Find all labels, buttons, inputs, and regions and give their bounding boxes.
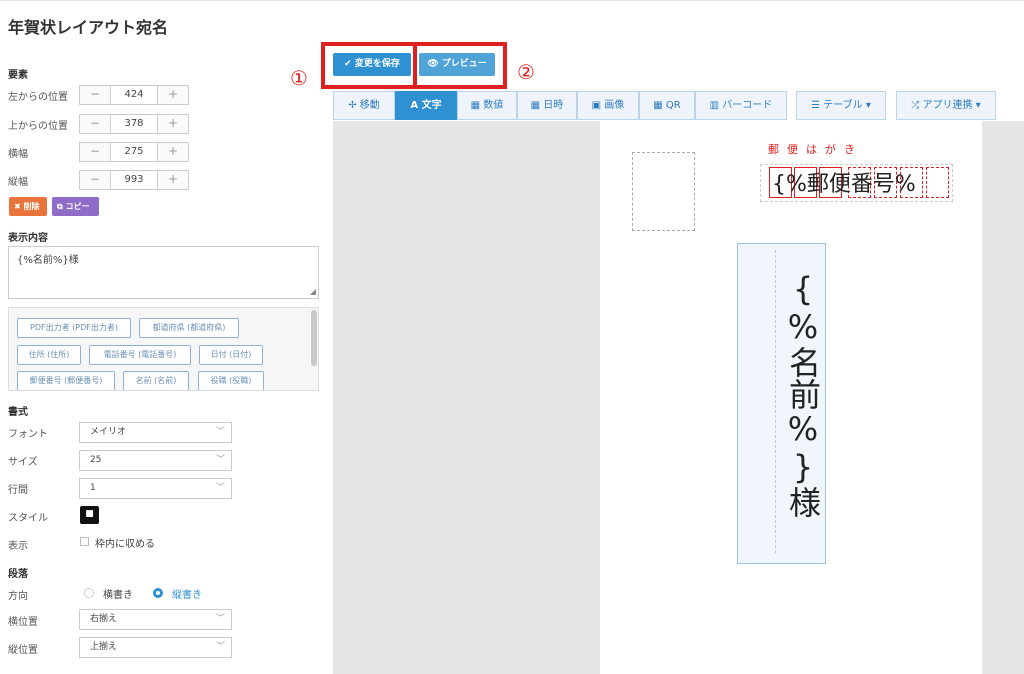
field-chip[interactable]: 役職 (役職) bbox=[198, 371, 264, 390]
field-chip[interactable]: 名前 (名前) bbox=[123, 371, 189, 390]
increment-button[interactable]: + bbox=[157, 143, 188, 161]
content-textarea[interactable]: {%名前%}様 ◢ bbox=[8, 246, 319, 299]
style-swatch: ■ bbox=[85, 509, 94, 519]
decrement-button[interactable]: − bbox=[80, 171, 111, 189]
size-label: サイズ bbox=[8, 457, 38, 468]
field-chip[interactable]: 日付 (日付) bbox=[199, 345, 263, 365]
height-label: 縦幅 bbox=[8, 177, 28, 188]
increment-button[interactable]: + bbox=[157, 115, 188, 133]
width-input[interactable]: 275 bbox=[111, 143, 157, 161]
horizontal-radio[interactable] bbox=[84, 588, 94, 598]
chip-list-scrollbar[interactable] bbox=[311, 310, 317, 366]
copy-button[interactable]: ⧉ コピー bbox=[52, 197, 99, 216]
highlight-frame bbox=[413, 42, 507, 89]
font-select[interactable]: メイリオ ﹀ bbox=[79, 422, 232, 443]
height-stepper: − 993 + bbox=[79, 170, 189, 190]
width-stepper: − 275 + bbox=[79, 142, 189, 162]
tool-table-dropdown[interactable]: ☰ テーブル ▾ bbox=[796, 91, 886, 120]
decrement-button[interactable]: − bbox=[80, 143, 111, 161]
postcard-label: 郵便はがき bbox=[768, 143, 863, 156]
width-label: 横幅 bbox=[8, 149, 28, 160]
page-title: 年賀状レイアウト宛名 bbox=[8, 18, 169, 37]
fit-label: 枠内に収める bbox=[95, 539, 155, 550]
line-spacing-label: 行間 bbox=[8, 485, 28, 496]
left-position-label: 左からの位置 bbox=[8, 92, 68, 103]
field-chip[interactable]: 郵便番号 (郵便番号) bbox=[17, 371, 115, 390]
marker-2: ② bbox=[517, 60, 535, 84]
marker-1: ① bbox=[290, 66, 308, 90]
style-label: スタイル bbox=[8, 513, 48, 524]
field-chip[interactable]: 電話番号 (電話番号) bbox=[89, 345, 191, 365]
field-chip[interactable]: 住所 (住所) bbox=[17, 345, 81, 365]
size-select[interactable]: 25 ﹀ bbox=[79, 450, 232, 471]
tool-qr[interactable]: ▦ QR bbox=[639, 91, 695, 120]
left-position-stepper: − 424 + bbox=[79, 85, 189, 105]
resize-grip-icon[interactable]: ◢ bbox=[310, 287, 316, 296]
h-align-label: 横位置 bbox=[8, 617, 38, 628]
tool-barcode[interactable]: ▥ バーコード bbox=[695, 91, 787, 120]
vertical-radio[interactable] bbox=[153, 588, 163, 598]
top-divider bbox=[0, 0, 1024, 1]
h-align-select[interactable]: 右揃え ﹀ bbox=[79, 609, 232, 630]
name-field-text: {%名前%}様 bbox=[784, 270, 822, 518]
vertical-label: 縦書き bbox=[172, 590, 202, 601]
left-position-input[interactable]: 424 bbox=[111, 86, 157, 104]
highlight-frame bbox=[321, 42, 417, 89]
tool-app-integration-dropdown[interactable]: ⤮ アプリ連携 ▾ bbox=[896, 91, 996, 120]
copy-label: コピー bbox=[65, 202, 90, 211]
top-position-input[interactable]: 378 bbox=[111, 115, 157, 133]
postal-code-field[interactable]: {%郵便番号% bbox=[772, 166, 916, 198]
postal-digit-box bbox=[926, 167, 949, 198]
tool-number[interactable]: ▦ 数値 bbox=[457, 91, 517, 120]
increment-button[interactable]: + bbox=[157, 86, 188, 104]
copy-icon: ⧉ bbox=[57, 202, 66, 211]
direction-label: 方向 bbox=[8, 591, 28, 602]
display-label: 表示 bbox=[8, 541, 28, 552]
content-text: {%名前%}様 bbox=[17, 255, 79, 266]
line-spacing-select[interactable]: 1 ﹀ bbox=[79, 478, 232, 499]
fit-checkbox[interactable] bbox=[80, 537, 89, 546]
v-align-label: 縦位置 bbox=[8, 645, 38, 656]
stamp-area bbox=[632, 152, 695, 231]
line-spacing-value: 1 bbox=[90, 483, 96, 493]
section-title-element: 要素 bbox=[8, 70, 28, 81]
chevron-down-icon: ﹀ bbox=[215, 642, 225, 652]
size-value: 25 bbox=[90, 455, 102, 465]
top-position-stepper: − 378 + bbox=[79, 114, 189, 134]
field-chip[interactable]: 都道府県 (都道府県) bbox=[139, 318, 239, 338]
section-title-format: 書式 bbox=[8, 407, 28, 418]
tool-image[interactable]: ▣ 画像 bbox=[577, 91, 639, 120]
decrement-button[interactable]: − bbox=[80, 115, 111, 133]
chevron-down-icon: ﹀ bbox=[215, 614, 225, 624]
field-chip[interactable]: PDF出力者 (PDF出力者) bbox=[17, 318, 131, 338]
delete-button[interactable]: ✖ 削除 bbox=[9, 197, 47, 216]
tool-datetime[interactable]: ▦ 日時 bbox=[517, 91, 577, 120]
tool-move[interactable]: ✢ 移動 bbox=[333, 91, 395, 120]
chevron-down-icon: ﹀ bbox=[215, 455, 225, 465]
v-align-select[interactable]: 上揃え ﹀ bbox=[79, 637, 232, 658]
font-value: メイリオ bbox=[90, 427, 127, 437]
font-label: フォント bbox=[8, 429, 48, 440]
field-chip-list: PDF出力者 (PDF出力者) 都道府県 (都道府県) 住所 (住所) 電話番号… bbox=[8, 307, 319, 391]
top-position-label: 上からの位置 bbox=[8, 121, 68, 132]
increment-button[interactable]: + bbox=[157, 171, 188, 189]
h-align-value: 右揃え bbox=[90, 614, 118, 624]
tool-text[interactable]: A 文字 bbox=[395, 91, 457, 120]
style-color-picker[interactable]: ■ bbox=[80, 506, 99, 524]
section-title-content: 表示内容 bbox=[8, 233, 48, 244]
horizontal-label: 横書き bbox=[103, 590, 133, 601]
chevron-down-icon: ﹀ bbox=[215, 427, 225, 437]
decrement-button[interactable]: − bbox=[80, 86, 111, 104]
section-title-paragraph: 段落 bbox=[8, 569, 28, 580]
height-input[interactable]: 993 bbox=[111, 171, 157, 189]
v-align-value: 上揃え bbox=[90, 642, 118, 652]
chevron-down-icon: ﹀ bbox=[215, 483, 225, 493]
